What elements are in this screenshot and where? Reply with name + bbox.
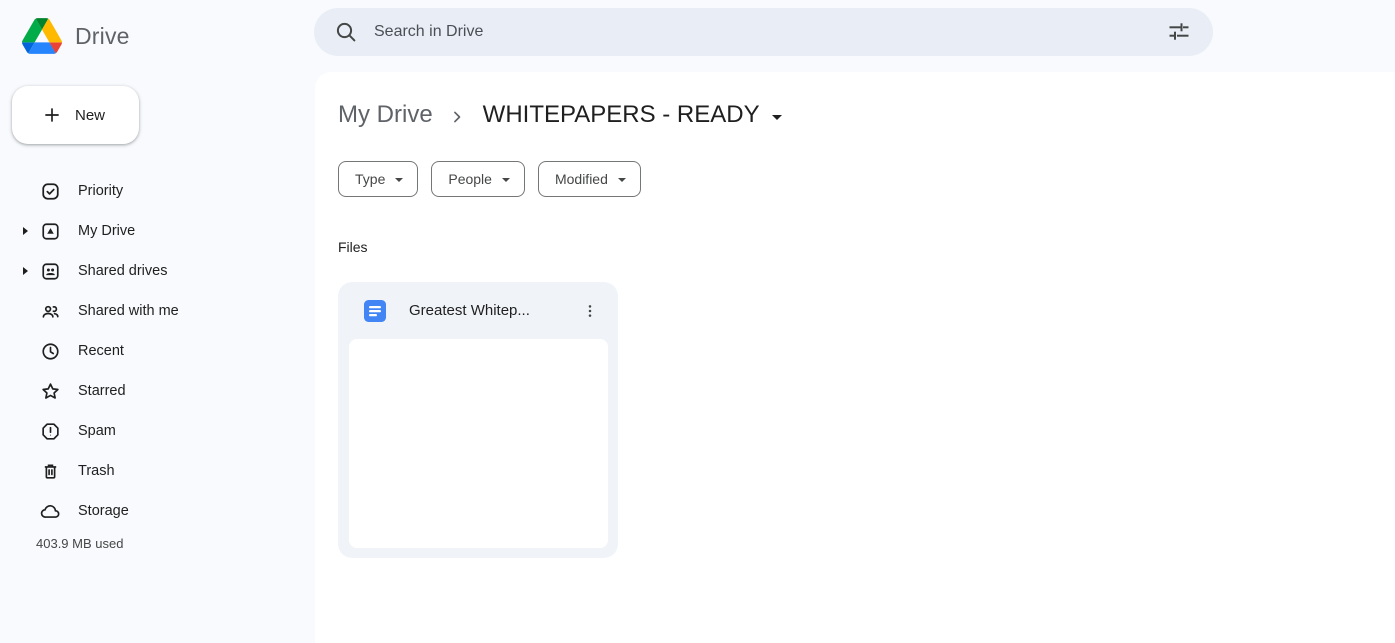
top-bar: Drive [0,0,1395,72]
trash-icon [40,461,61,482]
dropdown-caret-icon [502,178,510,182]
filter-chips: Type People Modified [338,161,1395,197]
files-section-label: Files [338,239,1395,255]
breadcrumb-current-folder[interactable]: WHITEPAPERS - READY [473,99,792,133]
file-card[interactable]: Greatest Whitep... [338,282,618,558]
expand-arrow-icon[interactable] [23,227,28,235]
priority-check-icon [40,181,61,202]
sidebar: New Priority My Drive [0,72,315,643]
people-icon [40,301,61,322]
search-icon[interactable] [326,12,366,52]
drive-logo-icon [22,18,62,54]
sidebar-item-label: Shared with me [78,303,179,319]
sidebar-item-label: Storage [78,503,129,519]
clock-icon [40,341,61,362]
chip-label: People [448,171,492,187]
sidebar-item-recent[interactable]: Recent [0,331,315,371]
spam-icon [40,421,61,442]
sidebar-item-storage[interactable]: Storage [0,491,315,531]
plus-icon [42,105,62,125]
chip-label: Modified [555,171,608,187]
file-title: Greatest Whitep... [409,302,574,319]
sidebar-item-label: Priority [78,183,123,199]
sidebar-item-label: Recent [78,343,124,359]
cloud-icon [40,501,61,522]
sidebar-item-starred[interactable]: Starred [0,371,315,411]
breadcrumb-my-drive[interactable]: My Drive [330,99,441,133]
drive-home-link[interactable]: Drive [0,0,130,72]
search-input[interactable] [366,23,1159,41]
sidebar-item-label: Starred [78,383,126,399]
sidebar-item-shared-with-me[interactable]: Shared with me [0,291,315,331]
new-button-label: New [75,107,105,124]
app-title: Drive [75,23,130,50]
new-button[interactable]: New [12,86,139,144]
google-doc-icon [364,300,386,322]
breadcrumb: My Drive WHITEPAPERS - READY [338,96,1395,136]
sidebar-item-priority[interactable]: Priority [0,171,315,211]
storage-used-label: 403.9 MB used [36,536,123,551]
sidebar-item-my-drive[interactable]: My Drive [0,211,315,251]
dropdown-caret-icon [618,178,626,182]
chip-label: Type [355,171,385,187]
sidebar-item-label: Shared drives [78,263,167,279]
my-drive-icon [40,221,61,242]
dropdown-caret-icon [772,115,782,120]
expand-arrow-icon[interactable] [23,267,28,275]
sidebar-item-label: Trash [78,463,115,479]
chevron-right-icon [447,107,467,127]
sidebar-item-label: Spam [78,423,116,439]
filter-people-chip[interactable]: People [431,161,525,197]
file-card-header: Greatest Whitep... [338,282,618,339]
file-preview-thumbnail [349,339,608,548]
sidebar-item-spam[interactable]: Spam [0,411,315,451]
sidebar-item-trash[interactable]: Trash [0,451,315,491]
sidebar-item-shared-drives[interactable]: Shared drives [0,251,315,291]
filter-type-chip[interactable]: Type [338,161,418,197]
main-content: My Drive WHITEPAPERS - READY Type People… [315,72,1395,643]
more-options-icon[interactable] [574,295,606,327]
sidebar-item-label: My Drive [78,223,135,239]
current-folder-label: WHITEPAPERS - READY [483,101,760,129]
sidebar-nav: Priority My Drive Shar [0,171,315,531]
filter-modified-chip[interactable]: Modified [538,161,641,197]
shared-drives-icon [40,261,61,282]
search-bar[interactable] [314,8,1213,56]
star-icon [40,381,61,402]
dropdown-caret-icon [395,178,403,182]
search-options-icon[interactable] [1159,12,1199,52]
